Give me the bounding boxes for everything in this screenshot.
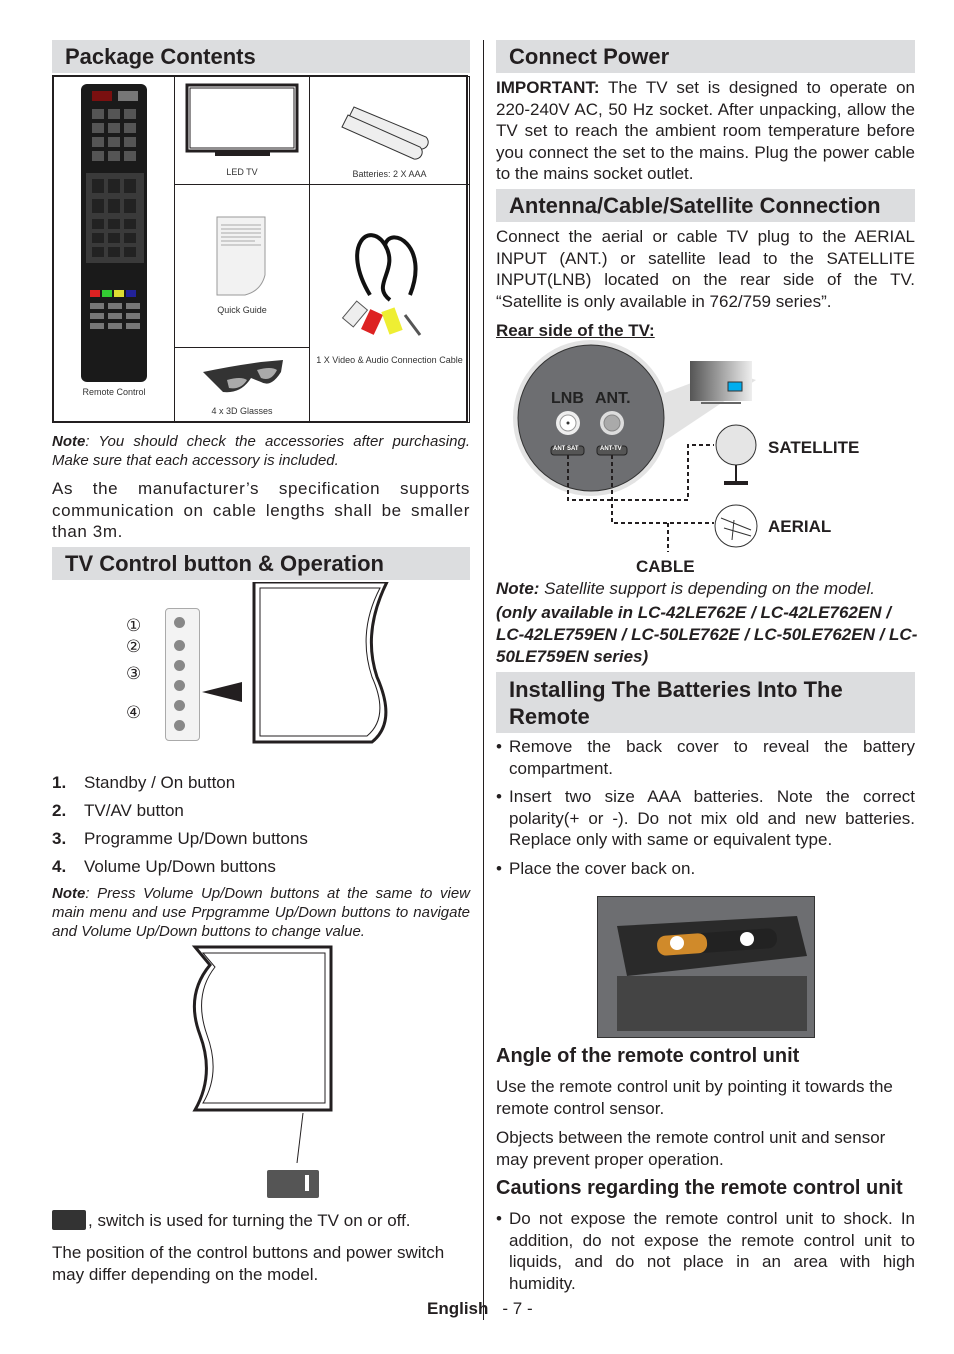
- cable-label: CABLE: [636, 557, 695, 576]
- angle-text-2: Objects between the remote control unit …: [496, 1128, 886, 1169]
- list-item: Place the cover back on.: [496, 858, 915, 880]
- diagram-graphics: [513, 340, 758, 552]
- cell-led-tv: LED TV: [174, 76, 310, 185]
- position-text: The position of the control buttons and …: [52, 1243, 445, 1284]
- list-item: 3. Programme Up/Down buttons: [52, 829, 308, 848]
- column-divider: [483, 40, 484, 1320]
- note-label: Note: [52, 433, 86, 450]
- angle-text-1: Use the remote control unit by pointing …: [496, 1077, 893, 1118]
- cable-length-text: As the manufacturer’s specification supp…: [52, 479, 470, 541]
- battery-installation-image: [597, 896, 815, 1038]
- rear-side-label: Rear side of the TV:: [496, 321, 655, 340]
- power-switch-text: , switch is used for turning the TV on o…: [52, 1210, 470, 1232]
- 3d-glasses-label: 4 x 3D Glasses: [211, 406, 273, 416]
- cautions-heading: Cautions regarding the remote control un…: [496, 1177, 903, 1199]
- power-switch-icon: [52, 1210, 86, 1230]
- quick-guide-label: Quick Guide: [217, 305, 267, 315]
- cell-remote: Remote Control: [53, 76, 175, 422]
- cell-3d-glasses: 4 x 3D Glasses: [174, 347, 310, 423]
- package-note: Note: You should check the accessories a…: [52, 432, 470, 470]
- ant-label: ANT.: [595, 390, 631, 407]
- angle-heading: Angle of the remote control unit: [496, 1045, 800, 1067]
- list-item: 2. TV/AV button: [52, 801, 184, 820]
- av-cable-label: 1 X Video & Audio Connection Cable: [316, 355, 463, 365]
- ant-sat-label: ANT SAT: [553, 446, 579, 452]
- led-tv-label: LED TV: [226, 167, 258, 177]
- control-button-list: 1. Standby / On button 2. TV/AV button 3. P…: [52, 769, 470, 881]
- note-label: Note: [52, 885, 86, 902]
- satellite-note: Note: Satellite support is depending on …: [496, 578, 915, 600]
- antenna-connection-diagram: LNB ANT. ANT SAT ANT-TV SATELLITE AERIAL…: [496, 340, 916, 580]
- satellite-label: SATELLITE: [768, 438, 860, 457]
- switch-text: , switch is used for turning the TV on o…: [88, 1211, 411, 1230]
- callout-1: ①: [126, 616, 142, 635]
- batteries-instructions: Remove the back cover to reveal the batt…: [496, 736, 915, 886]
- models-note: (only available in LC-42LE762E / LC-42LE…: [496, 603, 918, 666]
- control-buttons-diagram: ① ② ③ ④: [120, 582, 420, 747]
- page-footer: English - 7 -: [427, 1299, 533, 1319]
- footer-language: English: [427, 1299, 489, 1318]
- remote-control-image: [81, 84, 147, 382]
- control-note: Note: Press Volume Up/Down buttons at th…: [52, 884, 470, 941]
- tv-side-image: [202, 582, 389, 744]
- note-text: : You should check the accessories after…: [52, 433, 470, 469]
- list-item: Insert two size AAA batteries. Note the …: [496, 786, 915, 851]
- connect-power-text: IMPORTANT: The TV set is designed to ope…: [496, 77, 915, 185]
- callout-4: ④: [126, 703, 142, 722]
- lnb-label: LNB: [551, 390, 584, 407]
- callout-3: ③: [126, 664, 142, 683]
- aerial-label: AERIAL: [768, 517, 832, 536]
- batteries-label: Batteries: 2 X AAA: [352, 169, 427, 179]
- important-label: IMPORTANT:: [496, 78, 600, 97]
- note-label: Note:: [496, 579, 540, 598]
- led-tv-image: [185, 83, 299, 156]
- 3d-glasses-image: [203, 360, 283, 393]
- remote-control-label: Remote Control: [82, 387, 146, 397]
- section-title-package-contents: Package Contents: [52, 40, 470, 73]
- cell-batteries: Batteries: 2 X AAA: [309, 76, 470, 185]
- list-item: Remove the back cover to reveal the batt…: [496, 736, 915, 779]
- list-item: 4. Volume Up/Down buttons: [52, 857, 276, 876]
- tv-power-switch-image: [191, 945, 333, 1198]
- section-title-connect-power: Connect Power: [496, 40, 915, 73]
- control-panel: [165, 608, 200, 741]
- section-title-batteries: Installing The Batteries Into The Remote: [496, 672, 915, 733]
- list-item: Do not expose the remote control unit to…: [496, 1208, 915, 1294]
- callout-2: ②: [126, 637, 142, 656]
- ant-tv-label: ANT-TV: [600, 446, 622, 452]
- list-item: 1. Standby / On button: [52, 773, 236, 792]
- antenna-text: Connect the aerial or cable TV plug to t…: [496, 227, 915, 311]
- batteries-image: [341, 106, 429, 160]
- note-text: Satellite support is depending on the mo…: [539, 579, 875, 598]
- section-title-tv-control: TV Control button & Operation: [52, 547, 470, 580]
- note-text: : Press Volume Up/Down buttons at the sa…: [52, 885, 470, 940]
- av-cable-image: [341, 233, 422, 336]
- page-number: - 7 -: [502, 1299, 533, 1318]
- package-contents-table: Remote Control LED TV Batteries: 2 X AAA…: [52, 75, 470, 423]
- cell-quick-guide: Quick Guide: [174, 184, 310, 348]
- quick-guide-image: [216, 216, 266, 296]
- cautions-list: Do not expose the remote control unit to…: [496, 1208, 915, 1301]
- cell-av-cable: 1 X Video & Audio Connection Cable: [309, 184, 470, 423]
- section-title-antenna: Antenna/Cable/Satellite Connection: [496, 189, 915, 222]
